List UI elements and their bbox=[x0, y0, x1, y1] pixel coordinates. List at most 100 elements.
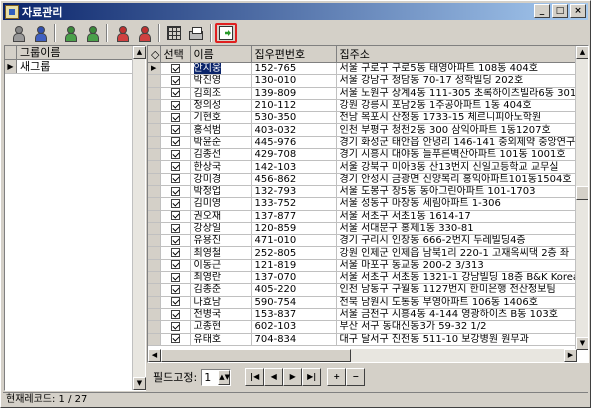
first-record-button[interactable]: |◀ bbox=[245, 368, 265, 386]
export-button[interactable] bbox=[215, 23, 237, 43]
grid-vertical-scrollbar[interactable]: ▲ ▼ bbox=[575, 46, 588, 350]
name-cell[interactable]: 박진영 bbox=[190, 74, 252, 88]
address-cell[interactable]: 강원 인제군 인제읍 남북1리 220-1 고재옥씨댁 2층 좌 bbox=[336, 246, 584, 260]
fix-field-input[interactable]: 1 ▲▼ bbox=[201, 368, 232, 386]
name-cell[interactable]: 안지웅 bbox=[190, 62, 252, 76]
select-checkbox-cell[interactable] bbox=[160, 283, 191, 297]
address-cell[interactable]: 인천 부평구 청천2동 300 삼익아파트 1동1207호 bbox=[336, 123, 584, 137]
address-cell[interactable]: 서울 강북구 미아3동 산13번지 신일고등학교 교무실 bbox=[336, 160, 584, 174]
address-cell[interactable]: 전북 남원시 도통동 부영아파트 106동 1406호 bbox=[336, 296, 584, 309]
table-row[interactable]: 전병국 153-837 서울 금천구 시흥4동 4-144 영광하이츠 B동 103… bbox=[148, 308, 584, 322]
select-checkbox[interactable] bbox=[170, 235, 180, 245]
scroll-left-button[interactable]: ◀ bbox=[148, 349, 161, 362]
table-row[interactable]: 권오재 137-877 서울 서초구 서초1동 1614-17 bbox=[148, 210, 584, 223]
table-row[interactable]: 강상일 120-859 서울 서대문구 홍제1동 330-81 bbox=[148, 222, 584, 236]
select-checkbox[interactable] bbox=[170, 334, 180, 344]
select-checkbox-cell[interactable] bbox=[160, 320, 191, 334]
table-row[interactable]: 고종현 602-103 부산 서구 동대신동3가 59-32 1/2 bbox=[148, 320, 584, 334]
select-checkbox[interactable] bbox=[170, 260, 180, 270]
zipcode-cell[interactable]: 139-809 bbox=[251, 87, 337, 100]
address-cell[interactable]: 서울 서초구 서초1동 1614-17 bbox=[336, 210, 584, 223]
select-checkbox[interactable] bbox=[170, 309, 180, 319]
name-cell[interactable]: 박정업 bbox=[190, 185, 252, 199]
zipcode-cell[interactable]: 121-819 bbox=[251, 259, 337, 273]
select-checkbox[interactable] bbox=[170, 149, 180, 159]
select-checkbox-cell[interactable] bbox=[160, 197, 191, 211]
scroll-right-button[interactable]: ▶ bbox=[564, 349, 577, 362]
address-cell[interactable]: 서울 노원구 상계4동 111-305 초록하이츠빌라6동 301호 bbox=[336, 87, 584, 100]
name-cell[interactable]: 기현호 bbox=[190, 111, 252, 125]
zipcode-cell[interactable]: 530-350 bbox=[251, 111, 337, 125]
add-person-button[interactable] bbox=[59, 23, 81, 43]
zipcode-cell[interactable]: 130-010 bbox=[251, 74, 337, 88]
select-checkbox[interactable] bbox=[170, 248, 180, 258]
last-record-button[interactable]: ▶| bbox=[302, 368, 322, 386]
zipcode-cell[interactable]: 120-859 bbox=[251, 222, 337, 236]
table-row[interactable]: 최영란 137-070 서울 서초구 서초동 1321-1 강남빌딩 18층 B&K… bbox=[148, 271, 584, 285]
address-cell[interactable]: 서울 금천구 시흥4동 4-144 영광하이츠 B동 103호 bbox=[336, 308, 584, 322]
name-cell[interactable]: 박윤순 bbox=[190, 136, 252, 150]
name-cell[interactable]: 홍석범 bbox=[190, 123, 252, 137]
address-cell[interactable]: 서울 구로구 구로5동 태영아파트 108동 404호 bbox=[336, 62, 584, 76]
select-checkbox[interactable] bbox=[170, 88, 180, 98]
maximize-button[interactable]: □ bbox=[552, 4, 568, 18]
table-row[interactable]: 홍석범 403-032 인천 부평구 청천2동 300 삼익아파트 1동1207호 bbox=[148, 123, 584, 137]
zipcode-cell[interactable]: 405-220 bbox=[251, 283, 337, 297]
select-checkbox-cell[interactable] bbox=[160, 222, 191, 236]
name-cell[interactable]: 이동근 bbox=[190, 259, 252, 273]
select-checkbox-cell[interactable] bbox=[160, 210, 191, 223]
zipcode-cell[interactable]: 210-112 bbox=[251, 99, 337, 113]
zipcode-cell[interactable]: 456-862 bbox=[251, 173, 337, 186]
address-cell[interactable]: 강원 강릉시 포남2동 1주공아파트 1동 404호 bbox=[336, 99, 584, 113]
select-checkbox[interactable] bbox=[170, 174, 180, 184]
select-checkbox[interactable] bbox=[170, 112, 180, 122]
select-checkbox[interactable] bbox=[170, 125, 180, 135]
name-cell[interactable]: 김미영 bbox=[190, 197, 252, 211]
select-checkbox-cell[interactable] bbox=[160, 308, 191, 322]
select-checkbox-cell[interactable] bbox=[160, 74, 191, 88]
table-row[interactable]: 박진영 130-010 서울 강남구 청담동 70-17 성학빌딩 202호 bbox=[148, 74, 584, 88]
table-row[interactable]: 이동근 121-819 서울 마포구 동교동 200-2 3/313 bbox=[148, 259, 584, 273]
select-checkbox-cell[interactable] bbox=[160, 246, 191, 260]
select-checkbox-cell[interactable] bbox=[160, 160, 191, 174]
add-group-button[interactable] bbox=[81, 23, 103, 43]
group-button[interactable] bbox=[29, 23, 51, 43]
group-list-scrollbar[interactable]: ▲ ▼ bbox=[132, 46, 146, 390]
spin-icon[interactable]: ▲▼ bbox=[218, 369, 231, 385]
delete-person-button[interactable] bbox=[111, 23, 133, 43]
scroll-up-button[interactable]: ▲ bbox=[133, 46, 146, 59]
minimize-button[interactable]: _ bbox=[534, 4, 550, 18]
select-checkbox-cell[interactable] bbox=[160, 148, 191, 162]
select-checkbox-cell[interactable] bbox=[160, 136, 191, 150]
select-checkbox-cell[interactable] bbox=[160, 185, 191, 199]
name-cell[interactable]: 강상일 bbox=[190, 222, 252, 236]
name-cell[interactable]: 최영란 bbox=[190, 271, 252, 285]
address-cell[interactable]: 경기 안성시 금광면 신양복리 홍익아파트101동1504호 bbox=[336, 173, 584, 186]
address-cell[interactable]: 서울 마포구 동교동 200-2 3/313 bbox=[336, 259, 584, 273]
print-button[interactable] bbox=[185, 23, 207, 43]
zipcode-cell[interactable]: 602-103 bbox=[251, 320, 337, 334]
zipcode-cell[interactable]: 445-976 bbox=[251, 136, 337, 150]
select-checkbox[interactable] bbox=[170, 100, 180, 110]
address-cell[interactable]: 서울 도봉구 창5동 동아그린아파트 101-1703 bbox=[336, 185, 584, 199]
select-checkbox[interactable] bbox=[170, 223, 180, 233]
select-checkbox-cell[interactable] bbox=[160, 123, 191, 137]
zipcode-cell[interactable]: 429-708 bbox=[251, 148, 337, 162]
name-cell[interactable]: 김희조 bbox=[190, 87, 252, 100]
zipcode-cell[interactable]: 704-834 bbox=[251, 333, 337, 346]
select-checkbox[interactable] bbox=[170, 63, 180, 73]
select-checkbox[interactable] bbox=[170, 75, 180, 85]
zipcode-cell[interactable]: 471-010 bbox=[251, 234, 337, 248]
table-row[interactable]: 정의성 210-112 강원 강릉시 포남2동 1주공아파트 1동 404호 bbox=[148, 99, 584, 113]
close-button[interactable]: × bbox=[570, 4, 586, 18]
zipcode-cell[interactable]: 133-752 bbox=[251, 197, 337, 211]
address-cell[interactable]: 서울 성동구 마장동 세림아파트 1-306 bbox=[336, 197, 584, 211]
name-cell[interactable]: 권오재 bbox=[190, 210, 252, 223]
table-row[interactable]: 유태호 704-834 대구 달서구 진천동 511-10 보강병원 원무과 bbox=[148, 333, 584, 346]
name-cell[interactable]: 김종준 bbox=[190, 283, 252, 297]
select-checkbox-cell[interactable] bbox=[160, 173, 191, 186]
select-checkbox-cell[interactable] bbox=[160, 333, 191, 346]
title-bar[interactable]: 자료관리 _ □ × bbox=[3, 3, 588, 20]
table-row[interactable]: 박윤순 445-976 경기 화성군 태안읍 안녕리 146-141 중외제약 중앙… bbox=[148, 136, 584, 150]
name-cell[interactable]: 나효남 bbox=[190, 296, 252, 309]
